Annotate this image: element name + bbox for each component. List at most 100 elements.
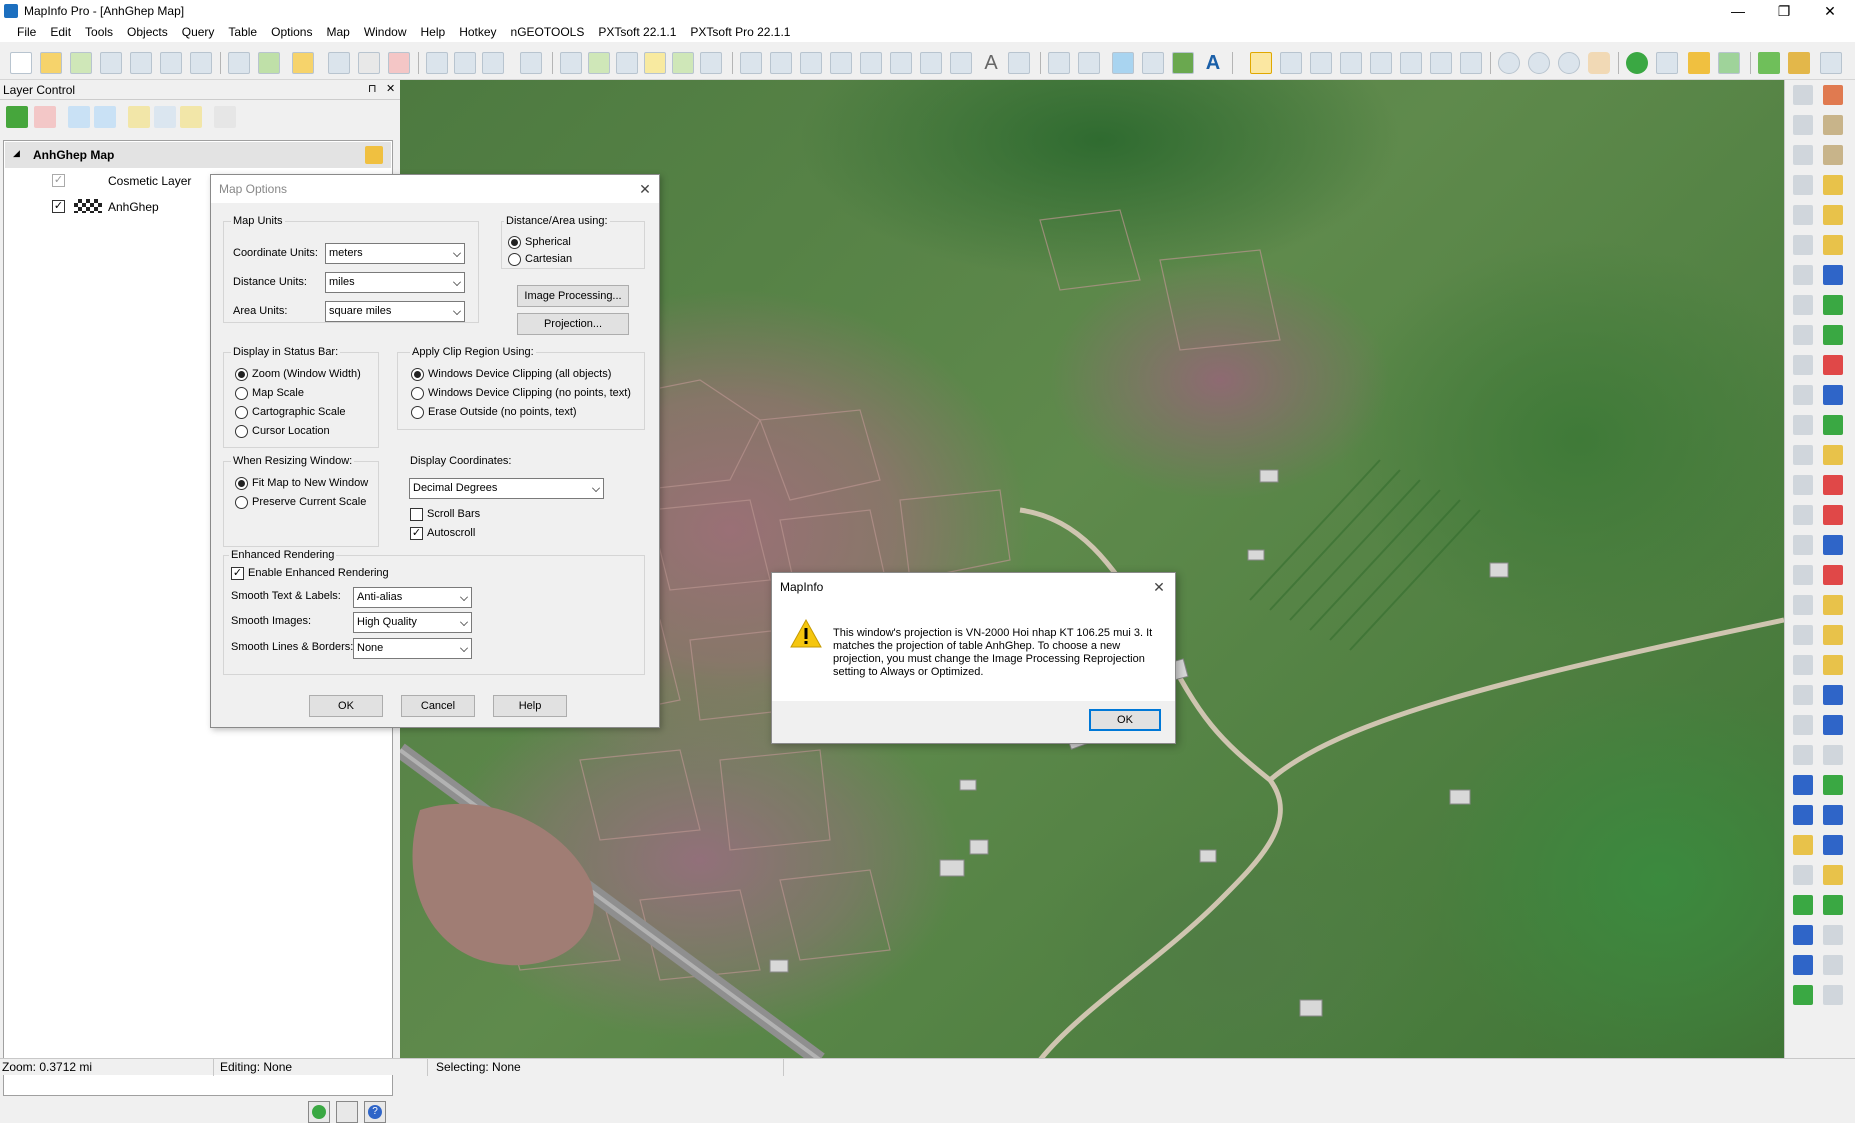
toolbar-more-icon[interactable] <box>1820 52 1842 74</box>
select-tool-icon[interactable] <box>1250 52 1272 74</box>
pxt-tool-an-icon[interactable] <box>1823 655 1843 675</box>
menu-pxtsoft-pro[interactable]: PXTsoft Pro 22.1.1 <box>683 22 797 42</box>
pxt-tool-az-icon[interactable] <box>1823 835 1843 855</box>
menu-options[interactable]: Options <box>264 22 319 42</box>
enable-rendering-checkbox[interactable]: ✓ <box>231 567 244 580</box>
projection-button[interactable]: Projection... <box>517 313 629 335</box>
pxt-tool-bd-icon[interactable] <box>1823 895 1843 915</box>
pxt-tool-bh-icon[interactable] <box>1823 955 1843 975</box>
save-workspace-icon[interactable] <box>228 52 250 74</box>
drag-map-icon[interactable] <box>1718 52 1740 74</box>
smooth-text-select[interactable]: Anti-alias <box>353 587 472 608</box>
fit-map-radio[interactable] <box>235 477 248 490</box>
clip-all-objects-radio[interactable] <box>411 368 424 381</box>
anhghep-layer-checkbox[interactable]: ✓ <box>52 200 65 213</box>
pin-panel-icon[interactable]: ⊓ <box>368 82 377 95</box>
rounded-rectangle-tool-icon[interactable] <box>950 52 972 74</box>
layout-window-icon[interactable] <box>644 52 666 74</box>
cosmetic-layer-checkbox[interactable]: ✓ <box>52 174 65 187</box>
pxt-tool-bb-icon[interactable] <box>1823 865 1843 885</box>
pxt-tool-i-icon[interactable] <box>1793 205 1813 225</box>
ellipse-tool-icon[interactable] <box>890 52 912 74</box>
open-folder-icon[interactable] <box>292 52 314 74</box>
grabber-hand-icon[interactable] <box>1588 52 1610 74</box>
pxt-tool-d-icon[interactable] <box>1823 115 1843 135</box>
symbol-tool-icon[interactable] <box>740 52 762 74</box>
save-window-icon[interactable] <box>258 52 280 74</box>
pxt-tool-ae-icon[interactable] <box>1793 535 1813 555</box>
remove-layer-icon[interactable] <box>34 106 56 128</box>
save-table-icon[interactable] <box>100 52 122 74</box>
distance-units-select[interactable]: miles <box>325 272 465 293</box>
pxt-tool-g-icon[interactable] <box>1793 175 1813 195</box>
polygon-tool-icon[interactable] <box>860 52 882 74</box>
pxt-tool-ag-icon[interactable] <box>1793 565 1813 585</box>
layer-label-icon[interactable] <box>180 106 202 128</box>
pxt-tool-bc-icon[interactable] <box>1793 895 1813 915</box>
menu-edit[interactable]: Edit <box>43 22 78 42</box>
scroll-bars-checkbox[interactable] <box>410 508 423 521</box>
revert-icon[interactable] <box>190 52 212 74</box>
pxt-tool-a-icon[interactable] <box>1793 85 1813 105</box>
menu-query[interactable]: Query <box>175 22 222 42</box>
pxt-tool-bf-icon[interactable] <box>1823 925 1843 945</box>
zoom-radio[interactable] <box>235 368 248 381</box>
pxt-tool-ab-icon[interactable] <box>1823 475 1843 495</box>
move-layer-down-icon[interactable] <box>94 106 116 128</box>
display-coordinates-select[interactable]: Decimal Degrees <box>409 478 604 499</box>
polyline-tool-icon[interactable] <box>800 52 822 74</box>
menu-table[interactable]: Table <box>221 22 264 42</box>
pxt-tool-ai-icon[interactable] <box>1793 595 1813 615</box>
smooth-images-select[interactable]: High Quality <box>353 612 472 633</box>
boundary-select-icon[interactable] <box>1370 52 1392 74</box>
clip-no-points-radio[interactable] <box>411 387 424 400</box>
new-map-icon[interactable] <box>588 52 610 74</box>
pxt-tool-au-icon[interactable] <box>1793 775 1813 795</box>
pxt-tool-f-icon[interactable] <box>1823 145 1843 165</box>
pxt-tool-x-icon[interactable] <box>1823 415 1843 435</box>
menu-help[interactable]: Help <box>414 22 453 42</box>
menu-objects[interactable]: Objects <box>120 22 175 42</box>
map-options-close-icon[interactable]: ✕ <box>636 180 654 198</box>
layout-icon[interactable] <box>328 52 350 74</box>
new-table-icon[interactable] <box>10 52 32 74</box>
redistrict-icon[interactable] <box>672 52 694 74</box>
menu-tools[interactable]: Tools <box>78 22 120 42</box>
pxt-tool-o-icon[interactable] <box>1793 295 1813 315</box>
zoom-out-icon[interactable] <box>1528 52 1550 74</box>
frame-tool-icon[interactable] <box>1008 52 1030 74</box>
open-icon[interactable] <box>40 52 62 74</box>
map-scale-radio[interactable] <box>235 387 248 400</box>
radius-select-icon[interactable] <box>1310 52 1332 74</box>
autoscroll-checkbox[interactable]: ✓ <box>410 527 423 540</box>
pxt-tool-e-icon[interactable] <box>1793 145 1813 165</box>
pxt-tool-j-icon[interactable] <box>1823 205 1843 225</box>
layer-style-icon[interactable] <box>214 106 236 128</box>
pxt-tool-ao-icon[interactable] <box>1793 685 1813 705</box>
copy-icon[interactable] <box>454 52 476 74</box>
menu-ngeotools[interactable]: nGEOTOOLS <box>504 22 592 42</box>
pxt-tool-ay-icon[interactable] <box>1793 835 1813 855</box>
pxt-tool-2-icon[interactable] <box>1142 52 1164 74</box>
cut-icon[interactable] <box>426 52 448 74</box>
pxt-tool-q-icon[interactable] <box>1793 325 1813 345</box>
pxt-tool-l-icon[interactable] <box>1823 235 1843 255</box>
change-view-icon[interactable] <box>1558 52 1580 74</box>
pxt-tool-ar-icon[interactable] <box>1823 715 1843 735</box>
pxt-tool-1-icon[interactable] <box>1112 52 1134 74</box>
pxt-tool-al-icon[interactable] <box>1823 625 1843 645</box>
measure-ruler-icon[interactable] <box>1788 52 1810 74</box>
layer-options-icon[interactable] <box>336 1101 358 1123</box>
paste-icon[interactable] <box>482 52 504 74</box>
arc-tool-icon[interactable] <box>830 52 852 74</box>
pxt-tool-p-icon[interactable] <box>1823 295 1843 315</box>
pxt-tool-z-icon[interactable] <box>1823 445 1843 465</box>
unselect-all-icon[interactable] <box>1400 52 1422 74</box>
spherical-radio[interactable] <box>508 236 521 249</box>
pxt-tool-be-icon[interactable] <box>1793 925 1813 945</box>
pxt-tool-t-icon[interactable] <box>1823 355 1843 375</box>
legend-icon[interactable] <box>700 52 722 74</box>
smooth-lines-select[interactable]: None <box>353 638 472 659</box>
reshape-icon[interactable] <box>1048 52 1070 74</box>
menu-hotkey[interactable]: Hotkey <box>452 22 503 42</box>
